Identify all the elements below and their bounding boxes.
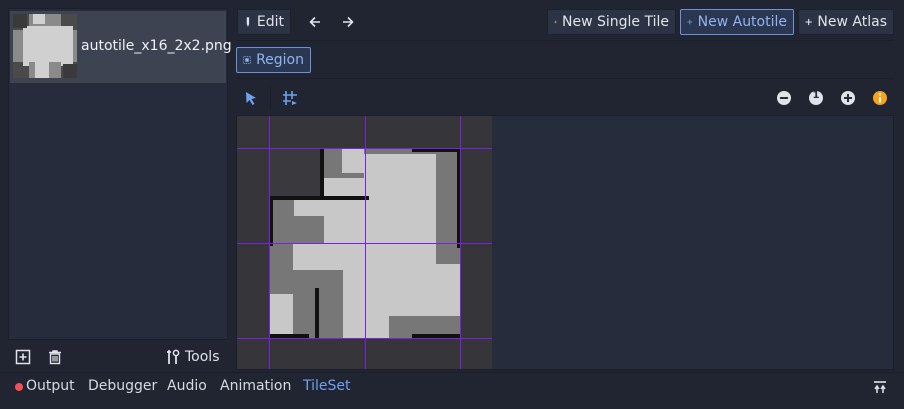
output-error-dot	[15, 383, 23, 391]
tab-animation[interactable]: Animation	[220, 378, 291, 394]
zoom-in-icon	[841, 91, 855, 105]
help-button[interactable]	[871, 89, 889, 107]
edit-icon	[246, 17, 250, 27]
tab-tileset[interactable]: TileSet	[303, 378, 351, 394]
snap-grid-button[interactable]	[280, 88, 300, 108]
region-icon	[243, 56, 251, 64]
tileset-texture-preview[interactable]	[237, 116, 492, 369]
arrow-right-icon	[343, 16, 354, 28]
trash-icon	[49, 350, 61, 365]
edit-label: Edit	[256, 14, 284, 30]
grid-snap-icon	[283, 91, 297, 105]
warning-info-icon	[873, 91, 887, 105]
add-texture-button[interactable]	[14, 348, 32, 366]
arrow-left-icon	[309, 16, 320, 28]
tab-audio[interactable]: Audio	[167, 378, 207, 394]
next-button[interactable]	[339, 13, 357, 31]
new-autotile-button[interactable]: New Autotile	[680, 9, 794, 35]
tab-debugger[interactable]: Debugger	[88, 378, 157, 394]
toolbar-separator	[236, 40, 894, 41]
texture-filename: autotile_x16_2x2.png	[81, 38, 232, 54]
plus-white-icon	[805, 18, 812, 26]
expand-panel-icon	[874, 381, 886, 393]
mode-separator	[236, 78, 894, 79]
region-mode-button[interactable]: Region	[236, 47, 311, 73]
tileset-texture-canvas	[237, 116, 492, 369]
zoom-reset-label: 1	[812, 90, 820, 101]
zoom-reset-button[interactable]: 1	[807, 89, 825, 107]
select-tool-button[interactable]	[241, 88, 261, 108]
tools-icon	[167, 349, 180, 364]
autotile-thumbnail-image	[13, 14, 77, 78]
new-atlas-button[interactable]: New Atlas	[798, 9, 894, 35]
previous-button[interactable]	[306, 13, 324, 31]
region-label: Region	[256, 52, 304, 68]
new-single-tile-button[interactable]: New Single Tile	[547, 9, 676, 35]
edit-button[interactable]: Edit	[237, 9, 291, 35]
tools-label: Tools	[185, 349, 220, 365]
plus-blue-icon	[687, 19, 693, 25]
zoom-in-button[interactable]	[839, 89, 857, 107]
zoom-out-icon	[777, 91, 791, 105]
texture-list-item[interactable]: autotile_x16_2x2.png	[10, 11, 232, 83]
bottom-panel-separator	[0, 372, 904, 373]
new-autotile-label: New Autotile	[697, 14, 787, 30]
tab-output[interactable]: Output	[26, 378, 75, 394]
texture-thumbnail	[13, 14, 77, 78]
remove-texture-button[interactable]	[46, 348, 64, 366]
add-texture-icon	[15, 349, 31, 365]
pointer-icon	[246, 92, 256, 105]
plus-yellow-icon	[554, 20, 557, 24]
new-atlas-label: New Atlas	[817, 14, 887, 30]
zoom-out-button[interactable]	[775, 89, 793, 107]
new-single-tile-label: New Single Tile	[562, 14, 669, 30]
expand-bottom-panel-button[interactable]	[871, 378, 889, 396]
tools-menu-button[interactable]: Tools	[166, 348, 220, 366]
tool-separator	[270, 86, 271, 110]
